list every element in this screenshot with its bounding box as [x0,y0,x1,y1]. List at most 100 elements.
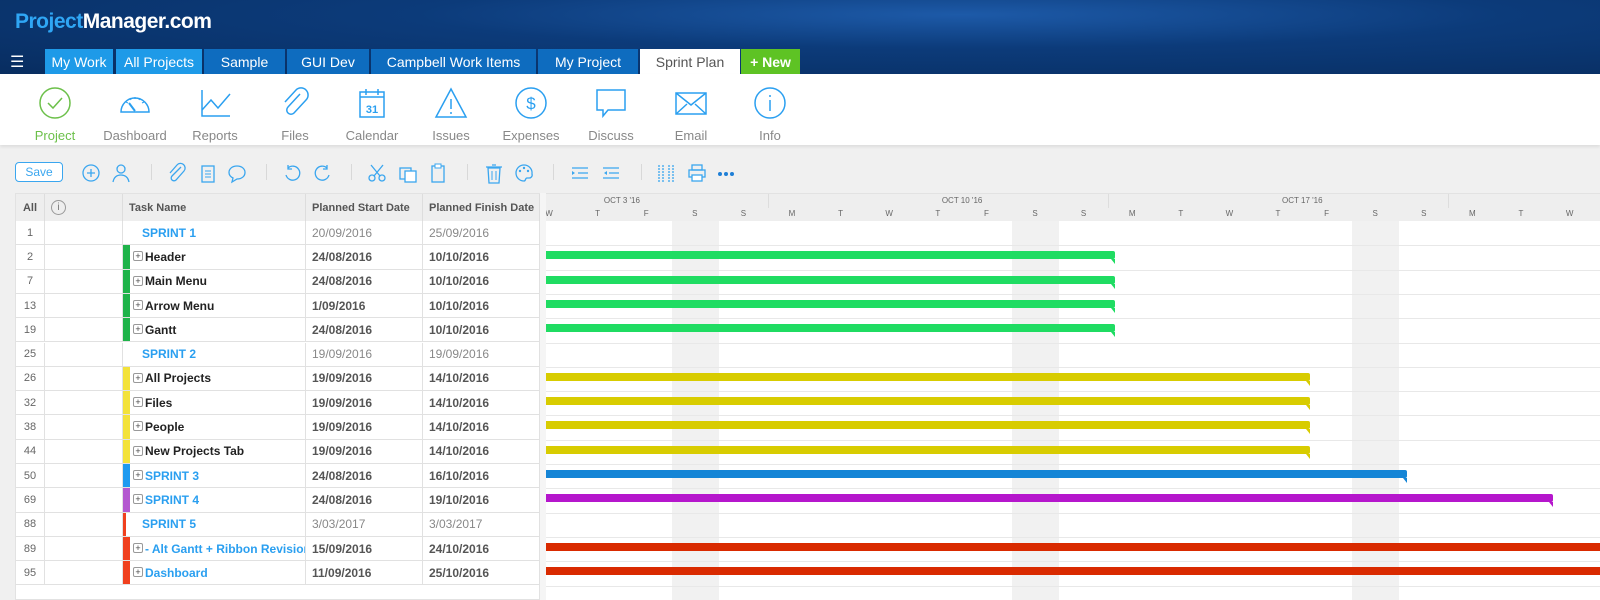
task-bar[interactable] [546,542,1600,551]
ribbon-email-button[interactable]: Email [651,86,731,143]
finish-date-cell[interactable]: 10/10/2016 [423,245,540,269]
task-bar[interactable] [546,299,1116,313]
tab-new[interactable]: + New [741,49,800,74]
finish-date-cell[interactable]: 14/10/2016 [423,439,540,463]
table-row[interactable]: 95 + Dashboard 11/09/2016 25/10/2016 [16,561,541,586]
start-date-cell[interactable]: 19/09/2016 [306,415,423,439]
table-row[interactable]: 88 SPRINT 5 3/03/2017 3/03/2017 [16,512,541,537]
task-name-cell[interactable]: + SPRINT 3 [123,464,306,488]
task-bar[interactable] [546,251,1116,265]
finish-date-cell[interactable]: 14/10/2016 [423,366,540,391]
ribbon-project-button[interactable]: Project [15,86,95,143]
ribbon-reports-button[interactable]: Reports [175,86,255,143]
cut-icon[interactable] [366,162,388,184]
table-row[interactable]: 89 + - Alt Gantt + Ribbon Revisions 15/09/2… [16,536,541,562]
expand-icon[interactable]: + [133,372,143,383]
add-icon[interactable] [80,162,102,184]
start-date-cell[interactable]: 20/09/2016 [306,221,423,245]
start-date-cell[interactable]: 11/09/2016 [306,561,423,585]
task-name-header[interactable]: Task Name [123,194,306,221]
expand-icon[interactable]: + [133,397,143,408]
undo-icon[interactable] [281,162,303,184]
indent-icon[interactable] [568,162,590,184]
finish-date-cell[interactable]: 3/03/2017 [423,512,540,536]
tab-my-project[interactable]: My Project [538,49,638,74]
finish-date-cell[interactable]: 14/10/2016 [423,391,540,415]
task-name-cell[interactable]: + All Projects [123,366,306,391]
ribbon-issues-button[interactable]: Issues [411,86,491,143]
expand-icon[interactable]: + [133,494,143,505]
task-name-cell[interactable]: + SPRINT 4 [123,488,306,512]
task-name-cell[interactable]: SPRINT 5 [123,512,306,536]
table-row[interactable]: 19 + Gantt 24/08/2016 10/10/2016 [16,318,541,343]
outdent-icon[interactable] [599,162,621,184]
task-bar[interactable] [546,494,1553,508]
clipboard-icon[interactable] [197,162,219,184]
task-name-cell[interactable]: + People [123,415,306,439]
start-date-cell[interactable]: 24/08/2016 [306,269,423,293]
expand-icon[interactable]: + [133,470,143,480]
task-bar[interactable] [546,470,1407,483]
paste-icon[interactable] [427,162,449,184]
task-name-cell[interactable]: + Dashboard [123,561,306,585]
task-bar[interactable] [546,421,1310,435]
ribbon-expenses-button[interactable]: $ Expenses [491,86,571,143]
task-name-cell[interactable]: SPRINT 1 [123,221,306,245]
tab-my-work[interactable]: My Work [45,49,113,74]
columns-icon[interactable] [655,162,677,184]
finish-date-cell[interactable]: 19/10/2016 [423,488,540,512]
table-row[interactable]: 7 + Main Menu 24/08/2016 10/10/2016 [16,269,541,294]
tab-sample[interactable]: Sample [204,49,285,74]
task-name-cell[interactable]: + Arrow Menu [123,293,306,318]
task-bar[interactable] [546,397,1310,411]
expand-icon[interactable]: + [133,275,143,286]
finish-date-cell[interactable]: 25/09/2016 [423,221,540,245]
tab-gui-dev[interactable]: GUI Dev [287,49,369,74]
finish-date-cell[interactable]: 10/10/2016 [423,293,540,318]
tab-campbell-work-items[interactable]: Campbell Work Items [371,49,536,74]
task-bar[interactable] [546,372,1310,386]
select-all-header[interactable]: All [16,194,45,221]
start-date-cell[interactable]: 24/08/2016 [306,464,423,488]
expand-icon[interactable]: + [133,299,143,310]
table-row[interactable]: 50 + SPRINT 3 24/08/2016 16/10/2016 [16,464,541,489]
table-row[interactable]: 1 SPRINT 1 20/09/2016 25/09/2016 [16,221,541,246]
expand-icon[interactable]: + [133,421,143,432]
finish-date-cell[interactable]: 10/10/2016 [423,269,540,293]
hamburger-menu-icon[interactable]: ☰ [10,52,24,72]
task-name-cell[interactable]: + New Projects Tab [123,439,306,463]
start-date-cell[interactable]: 19/09/2016 [306,366,423,391]
ribbon-discuss-button[interactable]: Discuss [571,86,651,143]
task-name-cell[interactable]: + - Alt Gantt + Ribbon Revisions [123,536,306,561]
start-date-cell[interactable]: 24/08/2016 [306,245,423,269]
task-bar[interactable] [546,324,1116,338]
expand-icon[interactable]: + [133,445,143,456]
task-name-cell[interactable]: SPRINT 2 [123,342,306,366]
finish-date-cell[interactable]: 10/10/2016 [423,318,540,342]
finish-date-cell[interactable]: 25/10/2016 [423,561,540,585]
table-row[interactable]: 69 + SPRINT 4 24/08/2016 19/10/2016 [16,488,541,513]
table-row[interactable]: 2 + Header 24/08/2016 10/10/2016 [16,245,541,270]
table-row[interactable]: 32 + Files 19/09/2016 14/10/2016 [16,391,541,416]
expand-icon[interactable]: + [133,542,143,553]
start-date-cell[interactable]: 24/08/2016 [306,318,423,342]
task-name-cell[interactable]: + Main Menu [123,269,306,293]
more-icon[interactable] [715,162,737,184]
delete-icon[interactable] [483,162,505,184]
task-bar[interactable] [546,275,1116,289]
table-row[interactable]: 13 + Arrow Menu 1/09/2016 10/10/2016 [16,293,541,319]
expand-icon[interactable]: + [133,251,143,262]
save-button[interactable]: Save [15,162,63,182]
table-row[interactable]: 44 + New Projects Tab 19/09/2016 14/10/2016 [16,439,541,464]
task-name-cell[interactable]: + Header [123,245,306,269]
tab-all-projects[interactable]: All Projects [116,49,202,74]
copy-icon[interactable] [397,162,419,184]
start-date-cell[interactable]: 19/09/2016 [306,342,423,366]
table-row[interactable]: 38 + People 19/09/2016 14/10/2016 [16,415,541,440]
table-row[interactable]: 25 SPRINT 2 19/09/2016 19/09/2016 [16,342,541,367]
start-date-cell[interactable]: 24/08/2016 [306,488,423,512]
redo-icon[interactable] [312,162,334,184]
start-date-header[interactable]: Planned Start Date [306,194,423,221]
ribbon-files-button[interactable]: Files [255,86,335,143]
task-name-cell[interactable]: + Files [123,391,306,415]
